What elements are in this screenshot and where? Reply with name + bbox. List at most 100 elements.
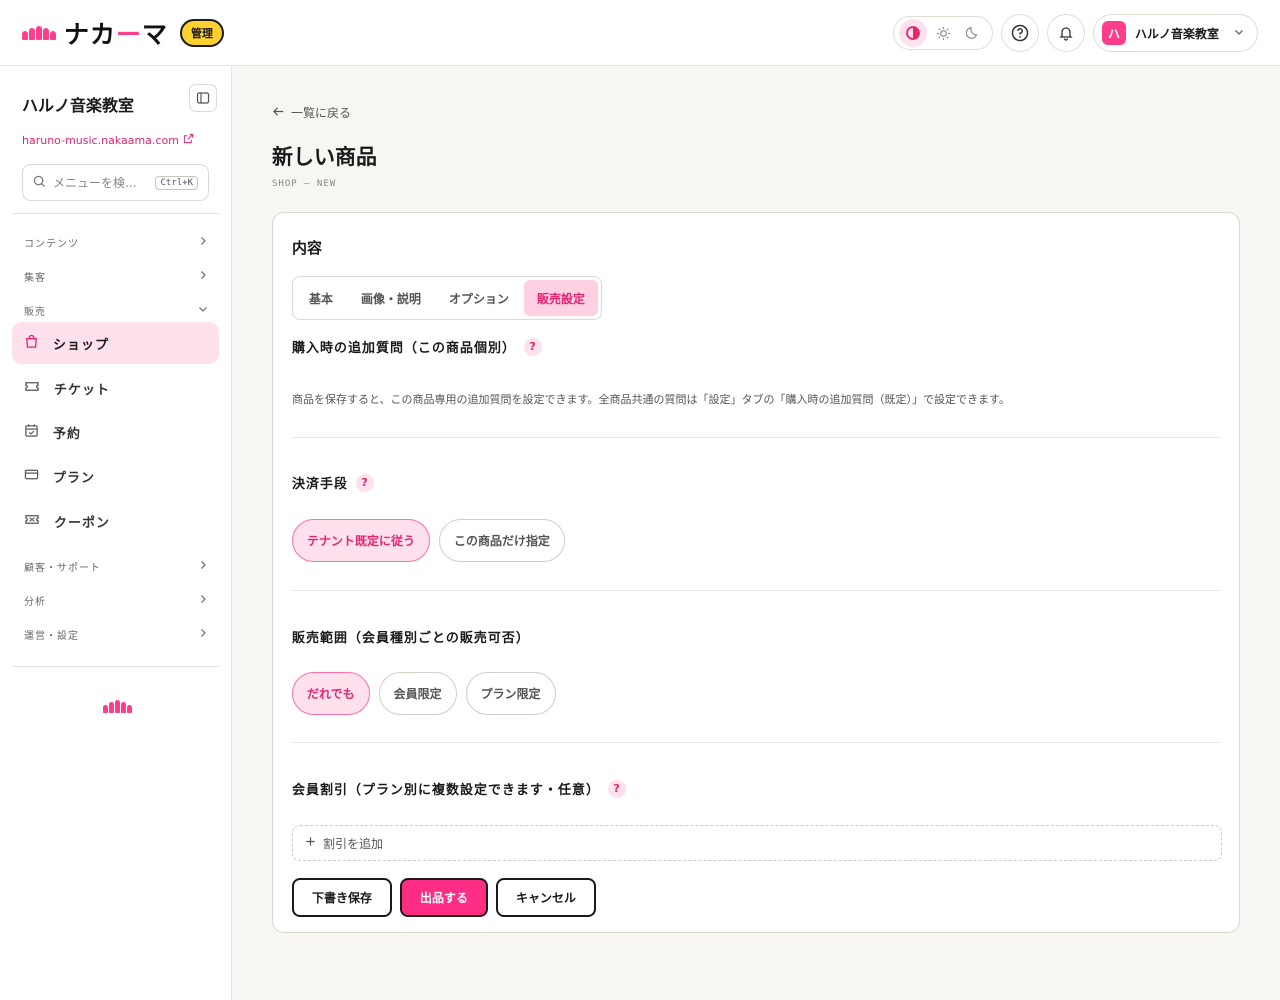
brand-name: ナカーマ bbox=[64, 15, 168, 51]
help-icon[interactable]: ? bbox=[356, 473, 375, 492]
site-url-text: haruno-music.nakaama.com bbox=[22, 133, 179, 147]
sidebar-item-label: プラン bbox=[53, 470, 96, 486]
scope-option-members[interactable]: 会員限定 bbox=[378, 672, 457, 715]
sidebar-title: ハルノ音楽教室 bbox=[22, 96, 135, 115]
top-right-controls: ハ ハルノ音楽教室 bbox=[893, 14, 1258, 52]
help-circle-icon[interactable] bbox=[1001, 14, 1039, 52]
save-draft-button[interactable]: 下書き保存 bbox=[292, 878, 393, 917]
credit-card-icon bbox=[24, 467, 39, 486]
brand-name-accent: ー bbox=[116, 19, 143, 49]
sidebar-collapse-icon[interactable] bbox=[189, 84, 217, 112]
account-name: ハルノ音楽教室 bbox=[1135, 26, 1220, 41]
sidebar-item-plan[interactable]: プラン bbox=[12, 455, 219, 497]
sidebar-group-sales[interactable]: 販売 bbox=[24, 303, 208, 318]
calendar-icon bbox=[24, 423, 39, 442]
discount-title-text: 会員割引（プラン別に複数設定できます・任意） bbox=[292, 783, 601, 798]
tab-bar: 基本 画像・説明 オプション 販売設定 bbox=[292, 276, 603, 320]
back-to-list-link[interactable]: 一覧に戻る bbox=[272, 104, 351, 121]
chevron-right-icon bbox=[198, 560, 208, 573]
sidebar-group-label: 集客 bbox=[24, 273, 46, 284]
coupon-icon bbox=[24, 512, 40, 531]
card-title: 内容 bbox=[292, 239, 323, 257]
help-icon[interactable]: ? bbox=[524, 337, 543, 356]
sidebar-group-label: 運営・設定 bbox=[24, 631, 79, 642]
sidebar-item-shop[interactable]: ショップ bbox=[12, 322, 219, 364]
search-placeholder: メニューを検... bbox=[53, 176, 137, 190]
back-link-label: 一覧に戻る bbox=[291, 106, 352, 120]
sidebar-item-reservation[interactable]: 予約 bbox=[12, 411, 219, 453]
admin-badge: 管理 bbox=[180, 18, 225, 47]
scope-option-plan[interactable]: プラン限定 bbox=[465, 672, 556, 715]
tab-basic[interactable]: 基本 bbox=[296, 280, 346, 316]
payment-option-default[interactable]: テナント既定に従う bbox=[292, 519, 431, 562]
ticket-icon bbox=[24, 379, 40, 398]
sidebar-group-marketing[interactable]: 集客 bbox=[24, 269, 208, 284]
theme-switcher bbox=[893, 16, 993, 50]
sidebar-item-label: クーポン bbox=[54, 515, 111, 531]
contrast-icon[interactable] bbox=[899, 19, 927, 47]
sidebar-item-ticket[interactable]: チケット bbox=[12, 367, 219, 409]
search-icon bbox=[33, 175, 46, 191]
arrow-left-icon bbox=[272, 105, 285, 121]
brand-logo-icon bbox=[22, 25, 56, 40]
tab-images[interactable]: 画像・説明 bbox=[348, 280, 434, 316]
shopping-bag-icon bbox=[24, 334, 39, 353]
menu-search-input[interactable]: メニューを検... Ctrl+K bbox=[22, 164, 209, 201]
chevron-down-icon bbox=[198, 304, 208, 317]
footer-logo-icon bbox=[103, 700, 132, 713]
sidebar-group-label: コンテンツ bbox=[24, 239, 79, 250]
sidebar-group-label: 分析 bbox=[24, 597, 46, 608]
chevron-right-icon bbox=[198, 628, 208, 641]
section-divider bbox=[292, 590, 1222, 591]
chevron-right-icon bbox=[198, 270, 208, 283]
sidebar-group-label: 顧客・サポート bbox=[24, 563, 101, 574]
section-divider bbox=[292, 437, 1222, 438]
sidebar-item-label: チケット bbox=[54, 382, 111, 398]
sidebar-group-content[interactable]: コンテンツ bbox=[24, 235, 208, 250]
search-shortcut-badge: Ctrl+K bbox=[155, 175, 198, 190]
publish-button[interactable]: 出品する bbox=[400, 878, 489, 917]
scope-section-title: 販売範囲（会員種別ごとの販売可否） bbox=[292, 627, 530, 646]
payment-option-custom[interactable]: この商品だけ指定 bbox=[439, 519, 566, 562]
discount-section-title: 会員割引（プラン別に複数設定できます・任意） ? bbox=[292, 779, 627, 798]
add-discount-button[interactable]: 割引を追加 bbox=[292, 825, 1222, 861]
sidebar: ハルノ音楽教室 haruno-music.nakaama.com メニューを検.… bbox=[0, 66, 232, 1000]
chevron-right-icon bbox=[198, 594, 208, 607]
sidebar-group-analytics[interactable]: 分析 bbox=[24, 593, 208, 608]
scope-title-text: 販売範囲（会員種別ごとの販売可否） bbox=[292, 631, 530, 646]
content-card: 内容 基本 画像・説明 オプション 販売設定 購入時の追加質問（この商品個別） … bbox=[272, 212, 1240, 933]
sidebar-divider bbox=[12, 213, 219, 214]
payment-section-title: 決済手段 ? bbox=[292, 473, 375, 492]
moon-icon[interactable] bbox=[959, 19, 987, 47]
form-actions: 下書き保存 出品する キャンセル bbox=[292, 878, 597, 917]
questions-description: 商品を保存すると、この商品専用の追加質問を設定できます。全商品共通の質問は「設定… bbox=[292, 393, 1010, 406]
external-link-icon bbox=[183, 133, 194, 147]
account-menu-button[interactable]: ハ ハルノ音楽教室 bbox=[1093, 14, 1258, 52]
scope-option-anyone[interactable]: だれでも bbox=[292, 672, 370, 715]
sun-icon[interactable] bbox=[929, 19, 957, 47]
payment-options: テナント既定に従う この商品だけ指定 bbox=[292, 519, 566, 562]
tab-sales-settings[interactable]: 販売設定 bbox=[524, 280, 599, 316]
chevron-right-icon bbox=[198, 236, 208, 249]
bell-icon[interactable] bbox=[1047, 14, 1085, 52]
sidebar-group-customer[interactable]: 顧客・サポート bbox=[24, 559, 208, 574]
brand-name-main: ナカ bbox=[64, 19, 117, 49]
sidebar-item-label: ショップ bbox=[53, 337, 110, 353]
add-discount-label: 割引を追加 bbox=[323, 836, 384, 851]
sidebar-item-coupon[interactable]: クーポン bbox=[12, 500, 219, 542]
help-icon[interactable]: ? bbox=[608, 779, 627, 798]
page-subtitle: SHOP — NEW bbox=[272, 179, 337, 189]
questions-section-title: 購入時の追加質問（この商品個別） ? bbox=[292, 337, 543, 356]
tab-options[interactable]: オプション bbox=[436, 280, 522, 316]
sidebar-group-settings[interactable]: 運営・設定 bbox=[24, 627, 208, 642]
chevron-down-icon bbox=[1233, 26, 1245, 41]
sidebar-item-label: 予約 bbox=[53, 426, 82, 442]
questions-title-text: 購入時の追加質問（この商品個別） bbox=[292, 341, 517, 356]
site-url-link[interactable]: haruno-music.nakaama.com bbox=[22, 133, 194, 147]
cancel-button[interactable]: キャンセル bbox=[496, 878, 597, 917]
plus-icon bbox=[305, 836, 316, 850]
page-title: 新しい商品 bbox=[272, 145, 377, 169]
brand-name-end: マ bbox=[142, 19, 169, 49]
payment-title-text: 決済手段 bbox=[292, 477, 349, 492]
brand[interactable]: ナカーマ 管理 bbox=[22, 15, 225, 51]
